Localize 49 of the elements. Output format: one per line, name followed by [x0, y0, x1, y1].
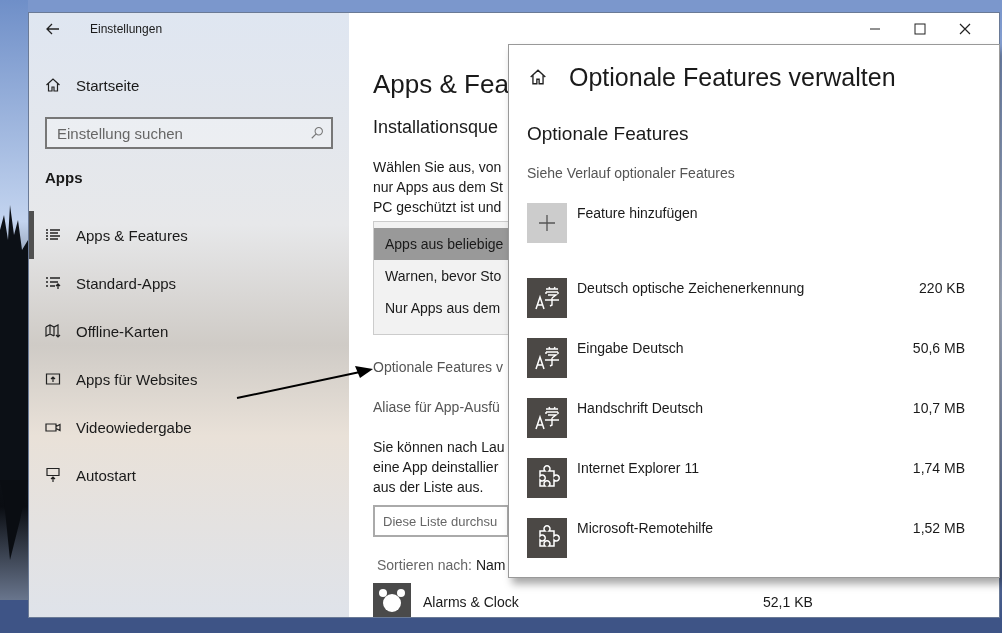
- sidebar-item[interactable]: Standard-Apps: [29, 259, 349, 307]
- puzzle-piece-icon: [527, 458, 567, 498]
- feature-item[interactable]: Deutsch optische Zeichenerkennung 220 KB: [527, 278, 965, 338]
- map-icon: [45, 323, 61, 339]
- sidebar-item[interactable]: Apps für Websites: [29, 355, 349, 403]
- search-icon: [310, 126, 324, 140]
- window-arrow-icon: [45, 371, 61, 387]
- page-title: Apps & Fea: [373, 69, 509, 101]
- section-heading: Optionale Features: [527, 123, 690, 146]
- sidebar-item[interactable]: Videowiedergabe: [29, 403, 349, 451]
- app-name: Alarms & Clock: [423, 594, 520, 610]
- feature-item[interactable]: Internet Explorer 11 1,74 MB: [527, 458, 965, 518]
- sidebar-item[interactable]: Offline-Karten: [29, 307, 349, 355]
- list-search-field[interactable]: Diese Liste durchsu: [373, 505, 509, 537]
- language-icon: [527, 278, 567, 318]
- sort-label: Sortieren nach:: [377, 557, 472, 573]
- optional-features-link[interactable]: Optionale Features v: [373, 357, 503, 377]
- list-icon: [45, 227, 61, 243]
- sidebar-item[interactable]: Autostart: [29, 451, 349, 499]
- app-size: 52,1 KB: [763, 594, 813, 610]
- puzzle-piece-icon: [527, 518, 567, 558]
- app-alias-link[interactable]: Aliase für App-Ausfü: [373, 397, 500, 417]
- back-arrow-icon[interactable]: [45, 21, 61, 37]
- history-link[interactable]: Siehe Verlauf optionaler Features: [527, 165, 965, 189]
- home-icon[interactable]: [529, 68, 547, 86]
- sort-dropdown[interactable]: Nam: [475, 557, 506, 573]
- language-icon: [527, 398, 567, 438]
- maximize-icon[interactable]: [914, 23, 926, 35]
- description-text: Sie können nach Lau eine App deinstallier aus der Liste aus.: [373, 438, 505, 497]
- dropdown-option[interactable]: Apps aus beliebige: [374, 228, 508, 260]
- add-feature-button[interactable]: Feature hinzufügen: [527, 203, 965, 278]
- language-icon: [527, 338, 567, 378]
- home-icon: [45, 77, 61, 93]
- section-heading: Installationsque: [373, 117, 499, 139]
- dropdown-option[interactable]: Nur Apps aus dem: [374, 292, 508, 324]
- dropdown-option[interactable]: Warnen, bevor Sto: [374, 260, 508, 292]
- section-heading: Apps: [44, 168, 84, 188]
- search-field[interactable]: Einstellung suchen: [45, 117, 333, 149]
- list-arrow-icon: [45, 275, 61, 291]
- feature-item[interactable]: Microsoft-Remotehilfe 1,52 MB: [527, 518, 965, 577]
- feature-item[interactable]: Handschrift Deutsch 10,7 MB: [527, 398, 965, 458]
- close-icon[interactable]: [959, 23, 971, 35]
- description-text: Wählen Sie aus, von nur Apps aus dem St PC geschützt ist und: [373, 158, 503, 217]
- monitor-arrow-icon: [45, 467, 61, 483]
- window-title: Einstellungen: [90, 22, 163, 36]
- panel-title: Optionale Features verwalten: [569, 62, 896, 92]
- plus-icon: [527, 203, 567, 243]
- home-link[interactable]: Startseite: [29, 61, 349, 109]
- feature-item[interactable]: Eingabe Deutsch 50,6 MB: [527, 338, 965, 398]
